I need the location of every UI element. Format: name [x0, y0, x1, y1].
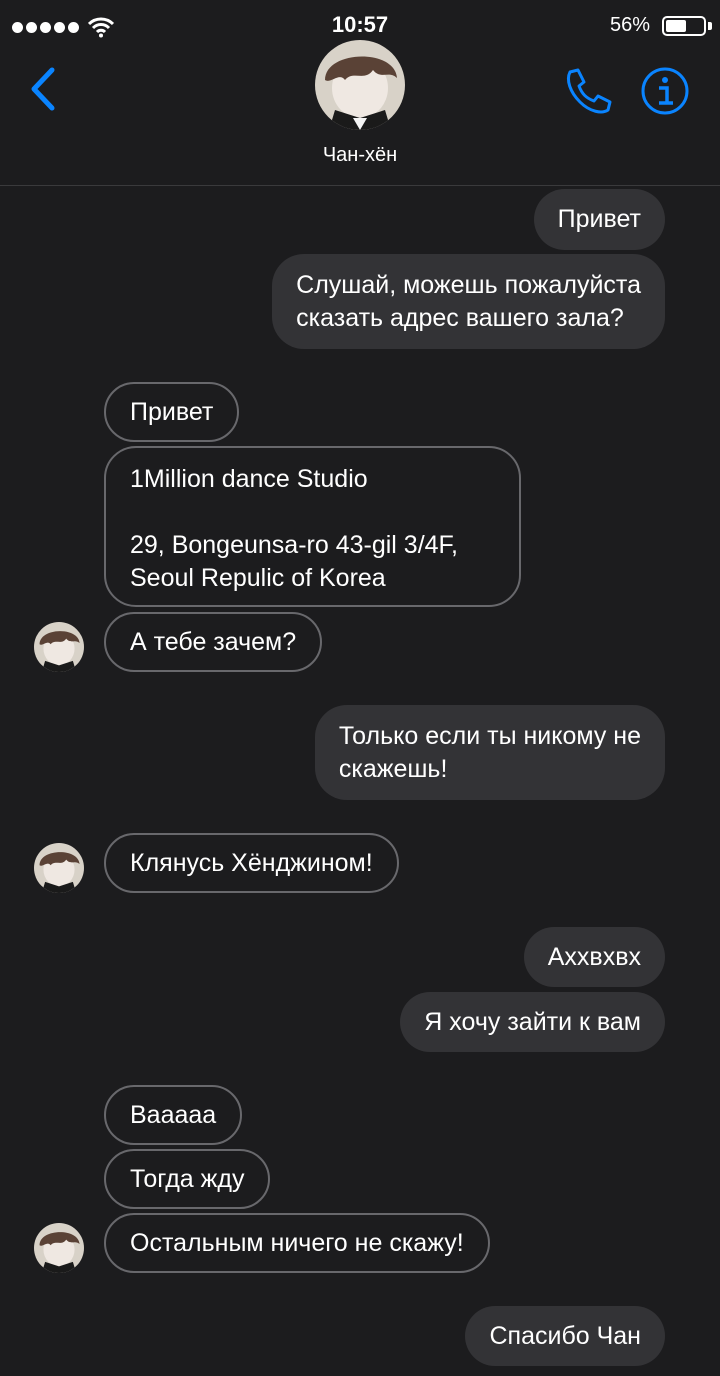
- contact-name[interactable]: Чан-хён: [0, 144, 720, 167]
- message-bubble-received[interactable]: Привет: [104, 382, 240, 442]
- phone-icon[interactable]: [562, 66, 612, 116]
- battery-icon: [662, 16, 706, 36]
- message-bubble-received[interactable]: Остальным ничего не скажу!: [104, 1213, 490, 1273]
- message-bubble-sent[interactable]: Только если ты никому не скажешь!: [314, 705, 665, 800]
- message-bubble-received[interactable]: Тогда жду: [104, 1149, 271, 1209]
- message-text: Тогда жду: [130, 1164, 245, 1193]
- message-bubble-sent[interactable]: Аххвхвх: [523, 927, 665, 987]
- message-text: Только если ты никому не: [338, 722, 641, 750]
- message-bubble-received[interactable]: Клянусь Хёнджином!: [104, 833, 399, 893]
- message-text: 1Million dance Studio: [130, 465, 368, 493]
- message-text: Остальным ничего не скажу!: [130, 1228, 464, 1257]
- message-text: скажешь!: [338, 755, 448, 783]
- message-bubble-received[interactable]: Вааааа: [104, 1085, 243, 1145]
- sender-avatar[interactable]: [34, 622, 84, 672]
- message-text: Аххвхвх: [547, 942, 641, 971]
- message-bubble-sent[interactable]: Привет: [533, 189, 665, 250]
- message-bubble-received[interactable]: А тебе зачем?: [104, 612, 323, 672]
- chat-header: Чан-хён: [0, 40, 720, 186]
- message-text: Клянусь Хёнджином!: [130, 848, 373, 877]
- message-bubble-received[interactable]: 1Million dance Studio 29, Bongeunsa-ro 4…: [104, 446, 521, 607]
- message-text: Спасибо Чан: [489, 1321, 641, 1350]
- back-chevron-icon[interactable]: [26, 66, 62, 112]
- message-text: Seoul Repulic of Korea: [130, 564, 386, 592]
- contact-avatar[interactable]: [315, 40, 405, 130]
- sender-avatar[interactable]: [34, 1223, 84, 1273]
- message-bubble-sent[interactable]: Слушай, можешь пожалуйста сказать адрес …: [272, 254, 665, 349]
- sender-avatar[interactable]: [34, 843, 84, 893]
- battery-level: [666, 20, 687, 32]
- info-icon[interactable]: [640, 66, 690, 116]
- message-text: сказать адрес вашего зала?: [296, 304, 624, 332]
- message-text: А тебе зачем?: [130, 627, 297, 656]
- battery-tip: [708, 22, 712, 30]
- message-text: Вааааа: [130, 1100, 217, 1129]
- message-text: Привет: [130, 397, 214, 426]
- message-text: Привет: [557, 205, 641, 233]
- message-bubble-sent[interactable]: Я хочу зайти к вам: [400, 992, 665, 1052]
- message-text: Слушай, можешь пожалуйста: [296, 271, 641, 299]
- message-bubble-sent[interactable]: Спасибо Чан: [465, 1306, 665, 1366]
- battery-percentage: 56%: [609, 14, 650, 36]
- message-text: 29, Bongeunsa-ro 43-gil 3/4F,: [130, 531, 458, 559]
- message-text: Я хочу зайти к вам: [424, 1007, 641, 1036]
